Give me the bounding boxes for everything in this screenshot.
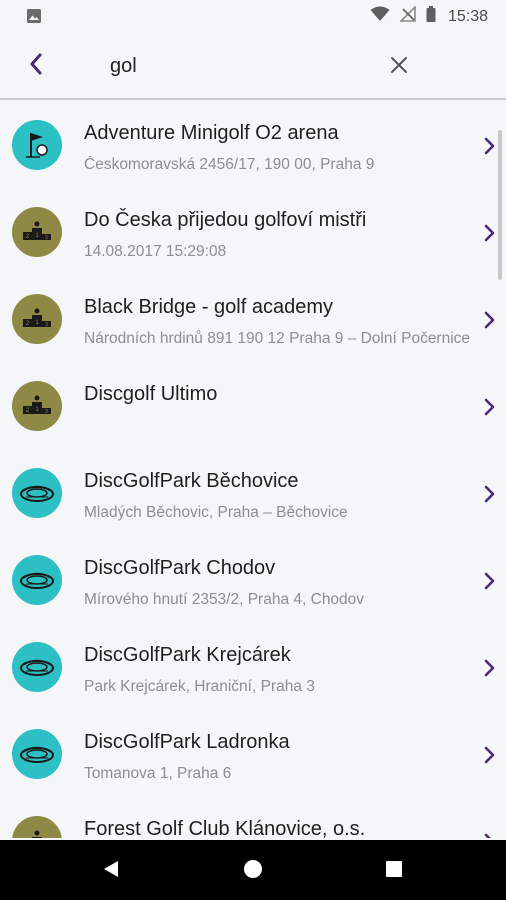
result-item[interactable]: DiscGolfPark Ladronka Tomanova 1, Praha 6 — [0, 709, 506, 796]
result-item[interactable]: 123 Forest Golf Club Klánovice, o.s. — [0, 796, 506, 838]
search-bar — [0, 32, 506, 100]
chevron-left-icon — [30, 53, 42, 75]
result-subtitle: Tomanova 1, Praha 6 — [84, 765, 232, 782]
triangle-back-icon — [104, 861, 118, 877]
nav-back-button[interactable] — [103, 860, 119, 883]
image-notification-icon — [26, 8, 42, 29]
result-item[interactable]: 1 2 3 Discgolf Ultimo — [0, 361, 506, 448]
result-item[interactable]: DiscGolfPark Běchovice Mladých Běchovic, … — [0, 448, 506, 535]
chevron-right-icon — [483, 745, 497, 765]
scrollbar[interactable] — [498, 130, 502, 280]
system-nav-bar — [0, 840, 506, 900]
svg-text:3: 3 — [45, 409, 48, 415]
result-subtitle: Mladých Běchovic, Praha – Běchovice — [84, 504, 348, 521]
result-title: DiscGolfPark Ladronka — [84, 731, 290, 753]
result-subtitle: Park Krejcárek, Hraniční, Praha 3 — [84, 678, 315, 695]
chevron-right-icon — [483, 136, 497, 156]
result-title: DiscGolfPark Krejcárek — [84, 644, 291, 666]
wifi-icon — [370, 6, 390, 27]
result-subtitle: Mírového hnutí 2353/2, Praha 4, Chodov — [84, 591, 365, 608]
result-title: DiscGolfPark Běchovice — [84, 470, 299, 492]
battery-icon — [426, 6, 436, 27]
chevron-right-icon — [483, 223, 497, 243]
chevron-right-icon — [483, 310, 497, 330]
result-subtitle: 14.08.2017 15:29:08 — [84, 243, 227, 260]
result-subtitle: Českomoravská 2456/17, 190 00, Praha 9 — [84, 156, 375, 173]
result-list: Adventure Minigolf O2 arena Českomoravská… — [0, 100, 506, 838]
status-time: 15:38 — [447, 7, 488, 25]
nav-recents-button[interactable] — [386, 861, 402, 877]
disc-icon — [12, 642, 62, 692]
svg-text:3: 3 — [45, 322, 48, 328]
disc-icon — [12, 468, 62, 518]
minigolf-flag-icon — [12, 120, 62, 170]
disc-icon — [12, 555, 62, 605]
result-title: DiscGolfPark Chodov — [84, 557, 276, 579]
chevron-right-icon — [483, 484, 497, 504]
result-title: Black Bridge - golf academy — [84, 296, 334, 318]
podium-icon: 123 — [12, 294, 62, 344]
podium-icon: 123 — [12, 381, 62, 431]
result-item[interactable]: 1 2 3 Black Bridge - golf academy Národních … — [0, 274, 506, 361]
podium-icon: 123 — [12, 816, 62, 838]
result-item[interactable]: 1 2 3 Do Česka přijedou golfoví mistři 14.08… — [0, 187, 506, 274]
result-title: Do Česka přijedou golfoví mistři — [84, 209, 367, 231]
result-item[interactable]: DiscGolfPark Krejcárek Park Krejcárek, Hr… — [0, 622, 506, 709]
chevron-right-icon — [483, 658, 497, 678]
chevron-right-icon — [483, 571, 497, 591]
result-title: Forest Golf Club Klánovice, o.s. — [84, 818, 366, 838]
result-title: Discgolf Ultimo — [84, 383, 218, 405]
podium-icon: 123 — [12, 207, 62, 257]
result-item[interactable]: Adventure Minigolf O2 arena Českomoravská… — [0, 100, 506, 187]
result-subtitle: Národních hrdinů 891 190 12 Praha 9 – Do… — [84, 330, 471, 347]
chevron-right-icon — [483, 832, 497, 838]
chevron-right-icon — [483, 397, 497, 417]
status-bar: 15:38 — [0, 0, 506, 32]
close-icon — [391, 57, 407, 73]
result-item[interactable]: DiscGolfPark Chodov Mírového hnutí 2353/2… — [0, 535, 506, 622]
clear-search-button[interactable] — [384, 50, 414, 80]
back-button[interactable] — [22, 50, 50, 78]
search-input[interactable] — [108, 48, 362, 84]
result-title: Adventure Minigolf O2 arena — [84, 122, 339, 144]
svg-text:3: 3 — [45, 235, 48, 241]
no-signal-icon — [399, 5, 416, 27]
disc-icon — [12, 729, 62, 779]
nav-home-button[interactable] — [244, 860, 262, 878]
